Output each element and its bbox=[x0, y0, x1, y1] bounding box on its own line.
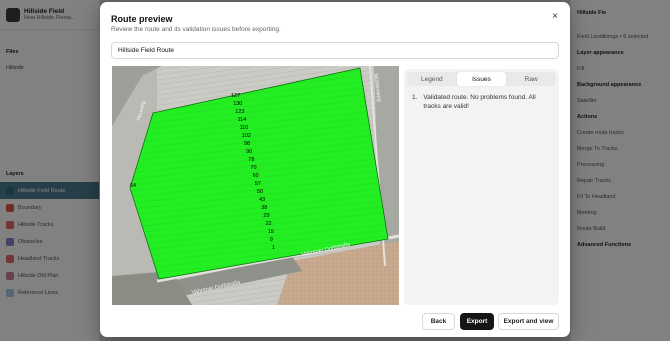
back-button[interactable]: Back bbox=[422, 313, 455, 330]
track-label: 15 bbox=[268, 229, 274, 235]
track-label: 123 bbox=[235, 109, 244, 115]
track-label: 1 bbox=[272, 245, 275, 251]
track-label: 38 bbox=[261, 205, 267, 211]
edge-track-label: 64 bbox=[130, 183, 136, 189]
details-panel: Legend Issues Raw 1. Validated route. No pr… bbox=[404, 69, 559, 305]
track-label: 50 bbox=[257, 189, 263, 195]
export-button[interactable]: Export bbox=[460, 313, 494, 330]
track-label: 127 bbox=[231, 93, 240, 99]
route-map: 127 130 123 114 110 102 98 90 78 70 60 57 50 43 38 29 22… bbox=[112, 66, 399, 305]
track-label: 29 bbox=[263, 213, 269, 219]
track-label: 130 bbox=[233, 101, 242, 107]
tab-issues[interactable]: Issues bbox=[456, 72, 507, 86]
track-label: 9 bbox=[270, 237, 273, 243]
track-label: 114 bbox=[238, 117, 247, 123]
dialog-title: Route preview bbox=[111, 14, 173, 24]
route-map-preview[interactable]: 127 130 123 114 110 102 98 90 78 70 60 57 50 43 38 29 22… bbox=[112, 66, 399, 305]
issue-text: Validated route. No problems found. All … bbox=[423, 94, 536, 110]
tab-raw[interactable]: Raw bbox=[506, 72, 556, 86]
close-icon[interactable]: × bbox=[549, 11, 561, 23]
track-label: 98 bbox=[244, 141, 250, 147]
track-label: 78 bbox=[248, 157, 254, 163]
tab-legend[interactable]: Legend bbox=[407, 72, 457, 86]
track-label: 102 bbox=[242, 133, 251, 139]
track-label: 57 bbox=[255, 181, 261, 187]
details-tabs: Legend Issues Raw bbox=[407, 72, 556, 86]
issue-number: 1. bbox=[412, 94, 418, 101]
export-and-view-button[interactable]: Export and view bbox=[498, 313, 559, 330]
track-label: 90 bbox=[246, 149, 252, 155]
route-preview-dialog: Route preview Review the route and its v… bbox=[100, 2, 570, 337]
track-label: 22 bbox=[266, 221, 272, 227]
track-label: 60 bbox=[253, 173, 259, 179]
track-label: 70 bbox=[250, 165, 256, 171]
issue-item: 1. Validated route. No problems found. Al… bbox=[412, 93, 552, 111]
route-name-input[interactable] bbox=[111, 42, 559, 59]
dialog-description: Review the route and its validation issu… bbox=[111, 26, 281, 33]
track-label: 110 bbox=[240, 125, 249, 131]
track-label: 43 bbox=[259, 197, 265, 203]
